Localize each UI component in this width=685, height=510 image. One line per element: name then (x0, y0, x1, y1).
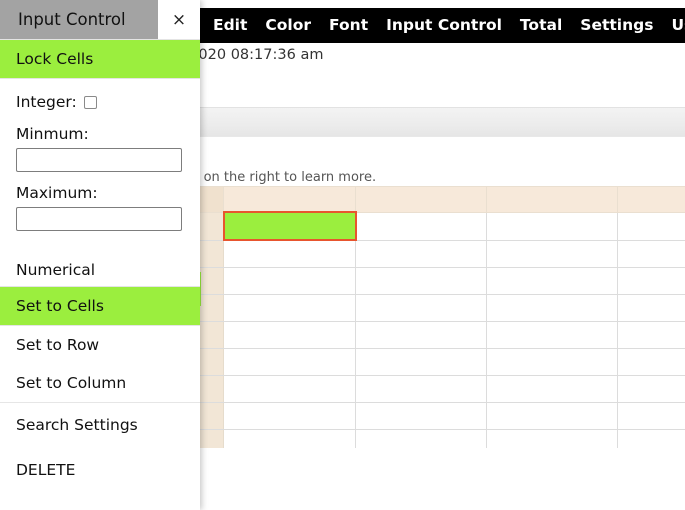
table-row (196, 211, 685, 241)
table-row (196, 321, 685, 349)
grid-cell[interactable] (486, 267, 618, 295)
grid-cell[interactable] (486, 402, 618, 430)
menu-item-input-control[interactable]: Input Control (377, 8, 511, 43)
grid-cell[interactable] (617, 239, 685, 268)
panel-bottom-spacer (0, 494, 200, 510)
table-row (196, 348, 685, 376)
panel-item-search-settings[interactable]: Search Settings (0, 402, 200, 446)
grid-cell[interactable] (223, 239, 356, 268)
minimum-input[interactable] (16, 148, 182, 172)
maximum-input[interactable] (16, 207, 182, 231)
maximum-label: Maximum: (16, 184, 98, 202)
panel-item-numerical[interactable]: Numerical (0, 253, 200, 287)
input-control-form: Integer: Minmum: Maximum: (0, 79, 200, 253)
grid-cell[interactable] (486, 375, 618, 403)
integer-checkbox[interactable] (83, 95, 97, 109)
panel-title: Input Control (0, 0, 158, 39)
close-icon[interactable]: × (158, 0, 200, 39)
menu-item-edit[interactable]: Edit (195, 8, 256, 43)
grid-cell[interactable] (355, 402, 487, 430)
grid-column-header-row (196, 186, 685, 213)
grid-cell[interactable] (486, 294, 618, 322)
spreadsheet-grid[interactable] (196, 186, 685, 457)
grid-cell[interactable] (617, 321, 685, 349)
grid-cell[interactable] (617, 348, 685, 376)
grid-cell[interactable] (355, 239, 487, 268)
grid-cell-selected[interactable] (222, 211, 357, 241)
grid-row-header[interactable] (196, 348, 224, 376)
grid-row-header[interactable] (196, 239, 224, 268)
grid-cell[interactable] (355, 375, 487, 403)
panel-item-label: Set to Cells (16, 297, 104, 315)
input-control-panel: Input Control × Lock Cells Integer: Minm… (0, 0, 200, 510)
grid-bottom-area (196, 448, 685, 510)
grid-cell[interactable] (223, 321, 356, 349)
menu-bar: Edit Color Font Input Control Total Sett… (195, 8, 685, 43)
grid-cell[interactable] (223, 294, 356, 322)
menu-item-font[interactable]: Font (320, 8, 377, 43)
table-row (196, 239, 685, 268)
grid-row-header[interactable] (196, 321, 224, 349)
panel-title-bar: Input Control × (0, 0, 200, 39)
panel-item-lock-cells[interactable]: Lock Cells (0, 39, 200, 79)
panel-item-delete[interactable]: DELETE (0, 446, 200, 494)
grid-cell[interactable] (223, 267, 356, 295)
grid-cell[interactable] (355, 211, 487, 241)
panel-item-set-to-row[interactable]: Set to Row (0, 326, 200, 364)
panel-item-label: Set to Row (16, 336, 100, 354)
grid-column-header[interactable] (223, 186, 356, 213)
panel-item-label: Search Settings (16, 415, 138, 434)
integer-label: Integer: (16, 93, 77, 111)
grid-row-header[interactable] (196, 375, 224, 403)
grid-row-header[interactable] (196, 211, 224, 241)
menu-item-color[interactable]: Color (256, 8, 320, 43)
grid-cell[interactable] (617, 402, 685, 430)
grid-cell[interactable] (355, 321, 487, 349)
grid-cell[interactable] (223, 348, 356, 376)
table-row (196, 267, 685, 295)
menu-item-users[interactable]: Users (662, 8, 685, 43)
grid-cell[interactable] (486, 239, 618, 268)
grid-corner-cell[interactable] (196, 186, 224, 213)
grid-cell[interactable] (617, 211, 685, 241)
grid-column-header[interactable] (486, 186, 618, 213)
grid-cell[interactable] (617, 267, 685, 295)
app-window: Edit Color Font Input Control Total Sett… (0, 0, 685, 510)
panel-item-label: Set to Column (16, 374, 127, 392)
grid-cell[interactable] (486, 321, 618, 349)
menu-item-total[interactable]: Total (511, 8, 571, 43)
grid-cell[interactable] (617, 294, 685, 322)
grid-row-header[interactable] (196, 402, 224, 430)
minimum-label: Minmum: (16, 125, 89, 143)
panel-item-label: Lock Cells (16, 50, 94, 68)
panel-item-label: DELETE (16, 461, 76, 479)
grid-cell[interactable] (486, 211, 618, 241)
table-row (196, 402, 685, 430)
grid-cell[interactable] (617, 375, 685, 403)
table-row (196, 375, 685, 403)
grid-cell[interactable] (355, 294, 487, 322)
grid-cell[interactable] (486, 348, 618, 376)
grid-cell[interactable] (223, 402, 356, 430)
integer-field-row: Integer: (16, 93, 184, 111)
grid-cell[interactable] (223, 375, 356, 403)
grid-cell[interactable] (355, 348, 487, 376)
menu-item-settings[interactable]: Settings (571, 8, 662, 43)
grid-column-header[interactable] (617, 186, 685, 213)
grid-cell[interactable] (355, 267, 487, 295)
panel-item-label: Numerical (16, 260, 96, 279)
grid-column-header[interactable] (355, 186, 487, 213)
panel-item-set-to-column[interactable]: Set to Column (0, 364, 200, 402)
panel-item-set-to-cells[interactable]: Set to Cells (0, 287, 200, 326)
table-row (196, 294, 685, 322)
